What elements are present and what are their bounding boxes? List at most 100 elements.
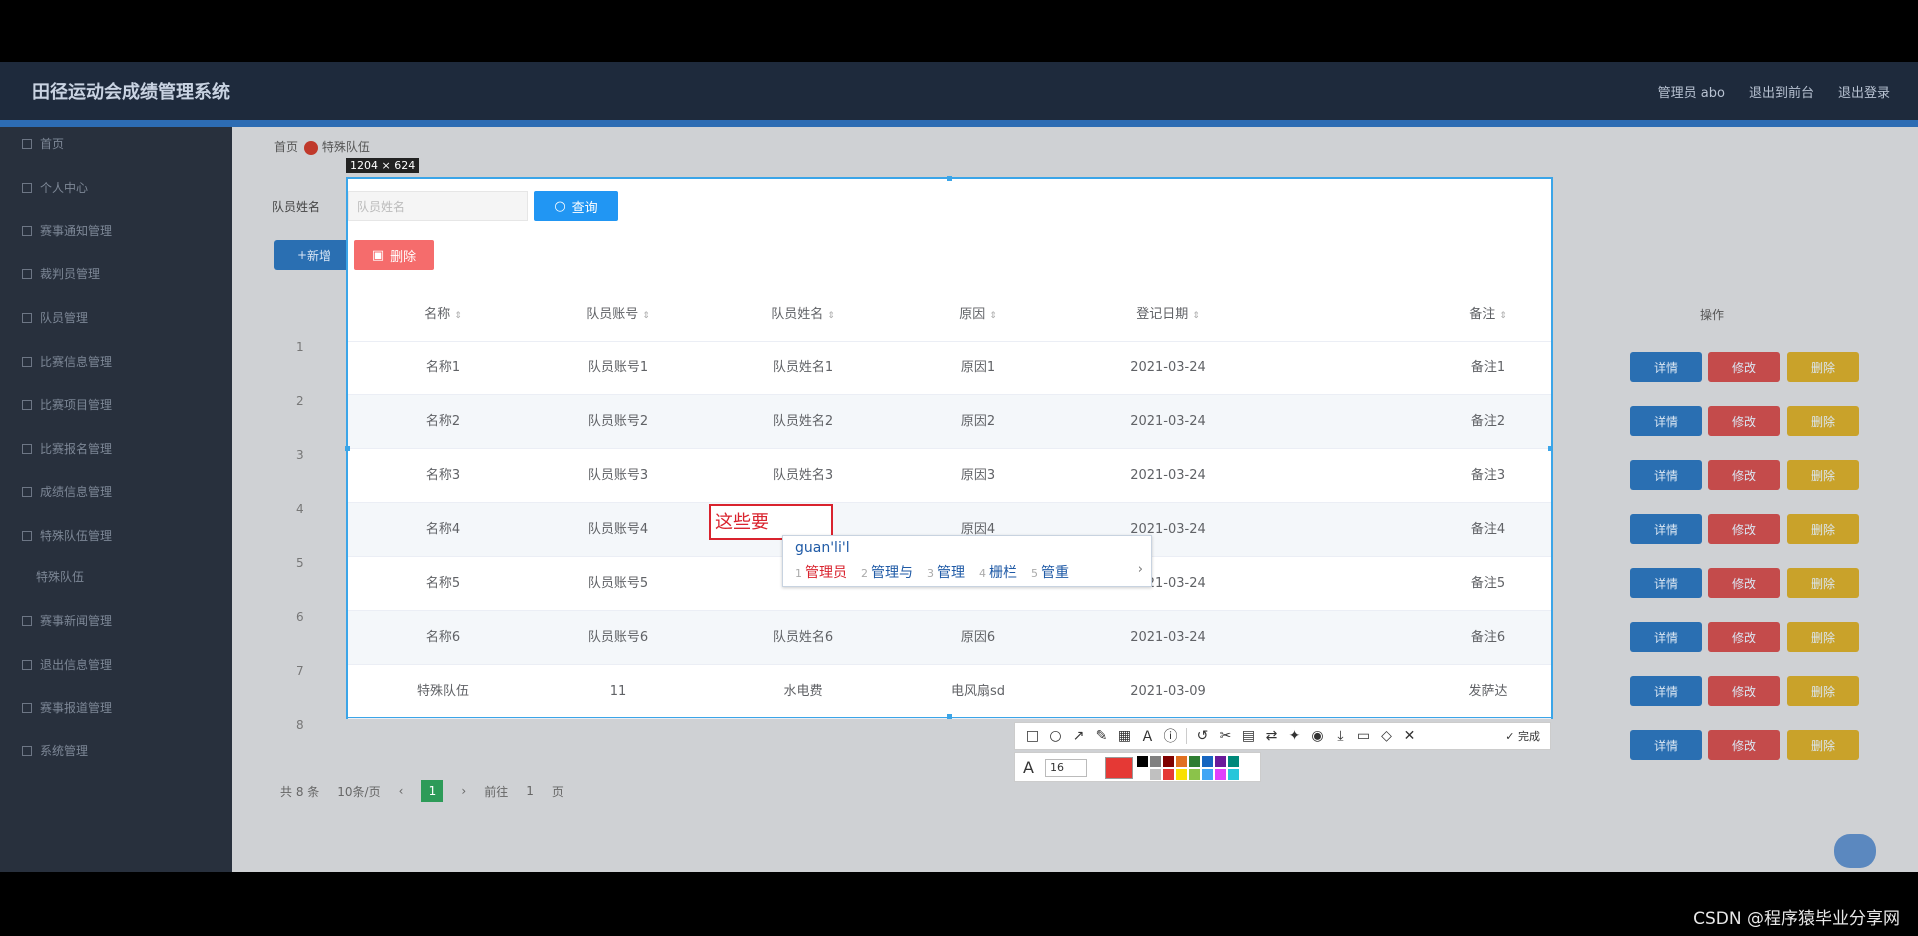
- header-user-link[interactable]: 管理员 abo: [1658, 82, 1725, 101]
- color-swatch[interactable]: [1228, 769, 1239, 780]
- sidebar-item-signup[interactable]: 比赛报名管理: [22, 440, 112, 457]
- color-swatch[interactable]: [1215, 769, 1226, 780]
- sidebar-item-notice[interactable]: 赛事通知管理: [22, 222, 112, 239]
- color-swatch[interactable]: [1150, 769, 1161, 780]
- pagination-page-current[interactable]: 1: [421, 780, 444, 802]
- float-action-button[interactable]: [1834, 834, 1876, 868]
- edit-button[interactable]: 修改: [1708, 352, 1780, 382]
- edit-button[interactable]: 修改: [1708, 622, 1780, 652]
- row-delete-button[interactable]: 删除: [1787, 514, 1859, 544]
- sidebar-item-referee[interactable]: 裁判员管理: [22, 265, 100, 282]
- edit-button[interactable]: 修改: [1708, 568, 1780, 598]
- row-delete-button[interactable]: 删除: [1787, 460, 1859, 490]
- color-swatch[interactable]: [1189, 769, 1200, 780]
- ime-candidate[interactable]: 4 栅栏: [979, 562, 1017, 582]
- row-delete-button[interactable]: 删除: [1787, 406, 1859, 436]
- record-icon[interactable]: ◉: [1310, 728, 1325, 744]
- detail-button[interactable]: 详情: [1630, 676, 1702, 706]
- close-icon[interactable]: ✕: [1402, 728, 1417, 744]
- current-color-swatch[interactable]: [1105, 757, 1133, 779]
- sidebar-subitem-special-team[interactable]: 特殊队伍: [36, 568, 84, 585]
- color-swatch[interactable]: [1202, 756, 1213, 767]
- sidebar-item-report[interactable]: 赛事报道管理: [22, 699, 112, 716]
- download-icon[interactable]: ⤓: [1333, 728, 1348, 744]
- row-delete-button[interactable]: 删除: [1787, 730, 1859, 760]
- color-swatch[interactable]: [1189, 756, 1200, 767]
- resize-handle[interactable]: [1548, 446, 1553, 451]
- column-header-member[interactable]: 队员姓名 ⇕: [718, 289, 888, 341]
- sidebar-item-match-project[interactable]: 比赛项目管理: [22, 396, 112, 413]
- color-swatch[interactable]: [1137, 769, 1148, 780]
- pin-icon[interactable]: ✦: [1287, 728, 1302, 744]
- capture-region[interactable]: 队员姓名 ○ 查询 ▣ 删除 名称 ⇕ 队员账号 ⇕ 队员姓名 ⇕ 原因 ⇕ 登记日期 ⇕ 备…: [345, 176, 1553, 719]
- pagination-size-select[interactable]: 10条/页: [337, 783, 380, 800]
- column-header-account[interactable]: 队员账号 ⇕: [533, 289, 703, 341]
- done-button[interactable]: ✓ 完成: [1505, 728, 1540, 744]
- ime-candidate[interactable]: 1 管理员: [795, 562, 847, 582]
- edit-button[interactable]: 修改: [1708, 514, 1780, 544]
- color-swatch[interactable]: [1163, 769, 1174, 780]
- color-swatch[interactable]: [1176, 769, 1187, 780]
- column-header-reason[interactable]: 原因 ⇕: [893, 289, 1063, 341]
- breadcrumb-home[interactable]: 首页: [274, 140, 298, 154]
- pagination-goto-input[interactable]: 1: [526, 784, 534, 798]
- detail-button[interactable]: 详情: [1630, 406, 1702, 436]
- edit-button[interactable]: 修改: [1708, 406, 1780, 436]
- text-tool-icon[interactable]: Ａ: [1140, 726, 1155, 746]
- ellipse-tool-icon[interactable]: ○: [1048, 728, 1063, 744]
- sidebar-item-members[interactable]: 队员管理: [22, 309, 88, 326]
- detail-button[interactable]: 详情: [1630, 514, 1702, 544]
- row-delete-button[interactable]: 删除: [1787, 352, 1859, 382]
- edit-button[interactable]: 修改: [1708, 460, 1780, 490]
- column-header-note[interactable]: 备注 ⇕: [1428, 289, 1548, 341]
- detail-button[interactable]: 详情: [1630, 568, 1702, 598]
- detail-button[interactable]: 详情: [1630, 730, 1702, 760]
- color-swatch[interactable]: [1228, 756, 1239, 767]
- save-icon[interactable]: ▭: [1356, 728, 1371, 744]
- color-swatch[interactable]: [1202, 769, 1213, 780]
- bookmark-icon[interactable]: ◇: [1379, 728, 1394, 744]
- ime-next-page-icon[interactable]: ›: [1138, 562, 1143, 577]
- rectangle-tool-icon[interactable]: □: [1025, 728, 1040, 744]
- color-swatch[interactable]: [1215, 756, 1226, 767]
- resize-handle[interactable]: [947, 176, 952, 181]
- color-swatch[interactable]: [1137, 756, 1148, 767]
- font-size-select[interactable]: 16: [1045, 759, 1087, 777]
- detail-button[interactable]: 详情: [1630, 622, 1702, 652]
- row-delete-button[interactable]: 删除: [1787, 622, 1859, 652]
- number-tool-icon[interactable]: ⓘ: [1163, 726, 1178, 746]
- translate-icon[interactable]: ⇄: [1264, 728, 1279, 744]
- sidebar-item-exit-info[interactable]: 退出信息管理: [22, 656, 112, 673]
- color-swatch[interactable]: [1150, 756, 1161, 767]
- ime-candidate[interactable]: 3 管理: [927, 562, 965, 582]
- ime-candidate[interactable]: 2 管理与: [861, 562, 913, 582]
- pagination-prev-icon[interactable]: ‹: [399, 784, 404, 798]
- column-header-name[interactable]: 名称 ⇕: [368, 289, 518, 341]
- edit-button[interactable]: 修改: [1708, 730, 1780, 760]
- ime-candidate[interactable]: 5 管重: [1031, 562, 1069, 582]
- sidebar-item-home[interactable]: 首页: [22, 135, 64, 152]
- ocr-icon[interactable]: ▤: [1241, 728, 1256, 744]
- row-delete-button[interactable]: 删除: [1787, 568, 1859, 598]
- sidebar-item-system[interactable]: 系统管理: [22, 742, 88, 759]
- search-input[interactable]: 队员姓名: [348, 191, 528, 221]
- resize-handle[interactable]: [345, 446, 350, 451]
- undo-icon[interactable]: ↺: [1195, 728, 1210, 744]
- sidebar-item-special-team-mgmt[interactable]: 特殊队伍管理: [22, 527, 112, 544]
- row-delete-button[interactable]: 删除: [1787, 676, 1859, 706]
- mosaic-tool-icon[interactable]: ▦: [1117, 728, 1132, 744]
- sidebar-item-profile[interactable]: 个人中心: [22, 179, 88, 196]
- column-header-date[interactable]: 登记日期 ⇕: [1068, 289, 1268, 341]
- scissors-icon[interactable]: ✂: [1218, 728, 1233, 744]
- pagination-next-icon[interactable]: ›: [461, 784, 466, 798]
- add-button[interactable]: + 新增: [274, 240, 354, 270]
- pen-tool-icon[interactable]: ✎: [1094, 728, 1109, 744]
- color-swatch[interactable]: [1163, 756, 1174, 767]
- query-button[interactable]: ○ 查询: [534, 191, 618, 221]
- sidebar-item-match-info[interactable]: 比赛信息管理: [22, 353, 112, 370]
- arrow-tool-icon[interactable]: ↗: [1071, 728, 1086, 744]
- header-frontend-link[interactable]: 退出到前台: [1749, 82, 1814, 101]
- edit-button[interactable]: 修改: [1708, 676, 1780, 706]
- sidebar-item-news[interactable]: 赛事新闻管理: [22, 612, 112, 629]
- sidebar-item-scores[interactable]: 成绩信息管理: [22, 483, 112, 500]
